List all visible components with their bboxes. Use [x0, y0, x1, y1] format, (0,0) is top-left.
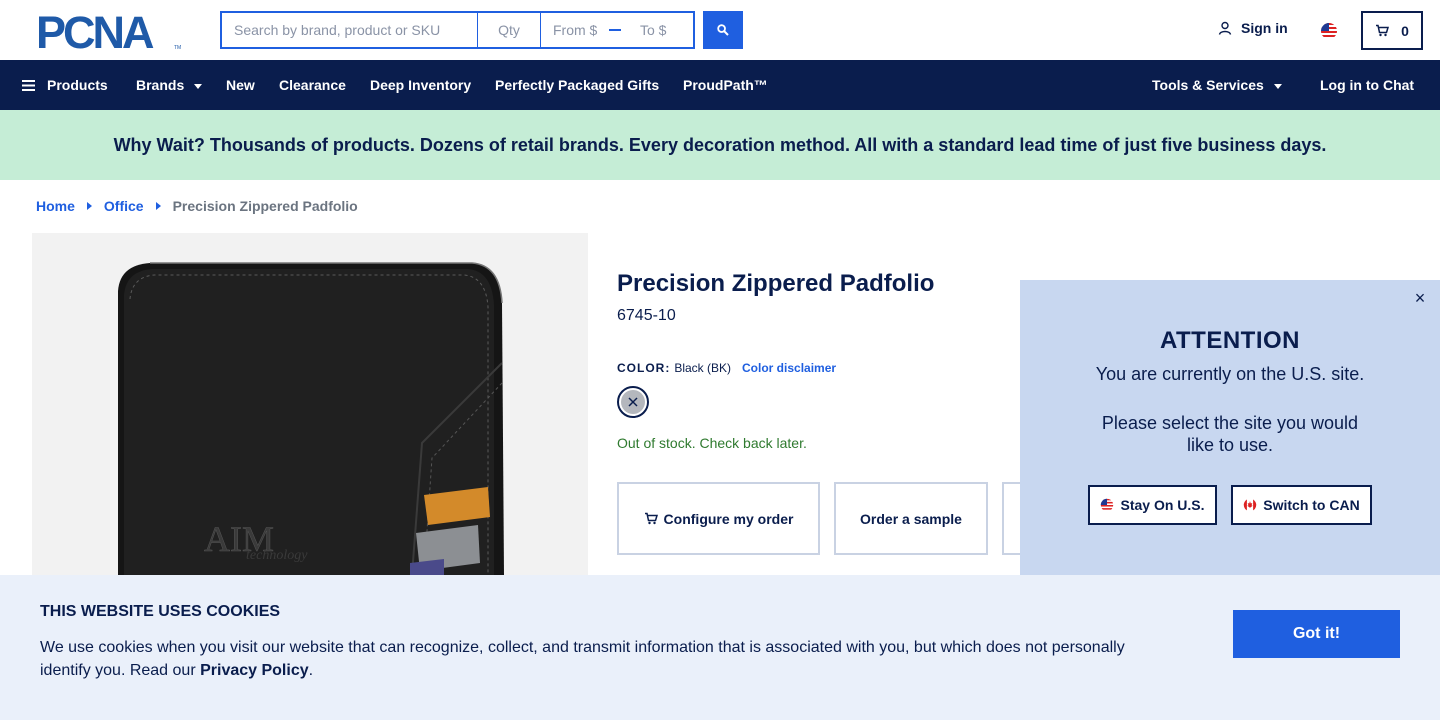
- sign-in-label: Sign in: [1241, 20, 1288, 36]
- switch-can-label: Switch to CAN: [1263, 497, 1360, 513]
- price-from-input[interactable]: [541, 15, 605, 45]
- search-input[interactable]: [220, 11, 478, 49]
- chevron-down-icon: [1273, 83, 1282, 89]
- order-sample-label: Order a sample: [860, 510, 962, 527]
- chevron-right-icon: [86, 202, 92, 210]
- product-image[interactable]: AIM technology: [32, 233, 588, 575]
- configure-order-button[interactable]: Configure my order: [617, 482, 820, 555]
- price-range-dash: [609, 29, 621, 31]
- nav-new[interactable]: New: [226, 77, 255, 93]
- svg-text:technology: technology: [246, 548, 308, 563]
- cart-icon: [1376, 24, 1390, 37]
- menu-icon: [22, 79, 35, 91]
- color-row: COLOR: Black (BK) Color disclaimer: [617, 361, 836, 375]
- qty-input[interactable]: [478, 11, 541, 49]
- cookie-title: THIS WEBSITE USES COOKIES: [40, 603, 281, 620]
- country-select-modal: × ATTENTION You are currently on the U.S…: [1020, 280, 1440, 580]
- stock-status: Out of stock. Check back later.: [617, 435, 807, 451]
- chevron-right-icon: [155, 202, 161, 210]
- color-label: COLOR:: [617, 361, 671, 375]
- configure-order-label: Configure my order: [663, 510, 794, 527]
- cookie-banner: THIS WEBSITE USES COOKIES We use cookies…: [0, 575, 1440, 720]
- order-sample-button[interactable]: Order a sample: [834, 482, 988, 555]
- nav-proudpath[interactable]: ProudPath™: [683, 77, 768, 93]
- chevron-down-icon: [194, 83, 203, 89]
- main-nav: Products Brands New Clearance Deep Inven…: [0, 60, 1440, 110]
- sign-in-link[interactable]: Sign in: [1218, 20, 1288, 36]
- breadcrumb-home[interactable]: Home: [36, 198, 75, 214]
- svg-text:TM: TM: [174, 45, 181, 51]
- stay-us-button[interactable]: Stay On U.S.: [1088, 485, 1217, 525]
- breadcrumb: Home Office Precision Zippered Padfolio: [36, 198, 358, 214]
- svg-text:PCNA: PCNA: [36, 11, 154, 51]
- close-icon[interactable]: ×: [1410, 288, 1430, 308]
- product-sku: 6745-10: [617, 307, 676, 324]
- cart-count: 0: [1401, 22, 1409, 39]
- swatch-fill: [621, 390, 645, 414]
- switch-can-button[interactable]: Switch to CAN: [1231, 485, 1372, 525]
- us-flag-icon: [1101, 498, 1114, 512]
- breadcrumb-office[interactable]: Office: [104, 198, 144, 214]
- top-header: PCNA TM Sign in: [0, 0, 1440, 60]
- nav-tools-services[interactable]: Tools & Services: [1152, 77, 1282, 93]
- nav-deep-inventory[interactable]: Deep Inventory: [370, 77, 471, 93]
- cookie-text: We use cookies when you visit our websit…: [40, 636, 1150, 682]
- nav-tools-label: Tools & Services: [1152, 77, 1264, 93]
- search-bar: [220, 11, 695, 49]
- canada-flag-icon: [1244, 498, 1257, 512]
- color-disclaimer-link[interactable]: Color disclaimer: [742, 361, 836, 375]
- cart-button[interactable]: 0: [1361, 11, 1423, 50]
- privacy-policy-link[interactable]: Privacy Policy: [200, 662, 309, 679]
- promo-text: Why Wait? Thousands of products. Dozens …: [113, 134, 1327, 155]
- nav-chat[interactable]: Log in to Chat: [1320, 77, 1414, 93]
- search-icon: [717, 24, 729, 36]
- color-value: Black (BK): [674, 361, 732, 375]
- stay-us-label: Stay On U.S.: [1120, 497, 1205, 513]
- color-swatch-black[interactable]: [617, 386, 649, 418]
- nav-clearance[interactable]: Clearance: [279, 77, 346, 93]
- price-range: [541, 11, 695, 49]
- cart-icon: [644, 512, 658, 525]
- nav-brands-label: Brands: [136, 77, 185, 93]
- search-button[interactable]: [703, 11, 743, 49]
- modal-current-site-text: You are currently on the U.S. site.: [1095, 364, 1365, 384]
- user-icon: [1218, 21, 1232, 35]
- cookie-end: .: [308, 662, 314, 679]
- nav-gifts[interactable]: Perfectly Packaged Gifts: [495, 77, 659, 93]
- cookie-accept-button[interactable]: Got it!: [1233, 610, 1400, 658]
- product-title: Precision Zippered Padfolio: [617, 270, 935, 297]
- nav-products[interactable]: Products: [22, 77, 108, 93]
- us-flag-icon[interactable]: [1320, 22, 1338, 40]
- nav-products-label: Products: [47, 77, 108, 93]
- modal-instruction-text: Please select the site you would like to…: [1101, 413, 1359, 455]
- price-to-input[interactable]: [628, 15, 692, 45]
- pcna-logo[interactable]: PCNA TM: [36, 7, 186, 58]
- modal-title: ATTENTION: [1159, 327, 1301, 354]
- nav-brands[interactable]: Brands: [136, 77, 203, 93]
- close-icon: [628, 397, 638, 407]
- promo-banner: Why Wait? Thousands of products. Dozens …: [0, 110, 1440, 180]
- breadcrumb-current: Precision Zippered Padfolio: [172, 198, 358, 214]
